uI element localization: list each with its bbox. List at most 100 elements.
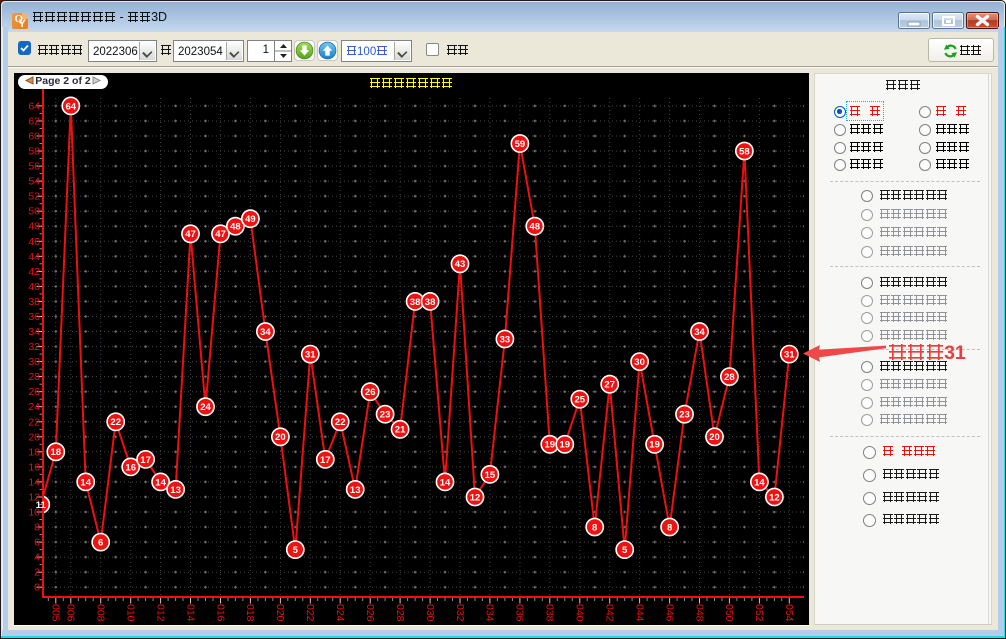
- svg-text:14: 14: [440, 477, 451, 488]
- svg-text:5: 5: [293, 545, 299, 556]
- svg-text:26: 26: [28, 386, 40, 398]
- svg-text:33: 33: [500, 334, 511, 345]
- svg-text:16: 16: [125, 462, 136, 473]
- svg-text:18: 18: [28, 446, 40, 458]
- svg-text:15: 15: [485, 470, 496, 481]
- svg-text:020: 020: [274, 604, 286, 622]
- svg-text:018: 018: [244, 604, 256, 622]
- svg-text:58: 58: [28, 146, 40, 158]
- svg-text:46: 46: [28, 236, 40, 248]
- svg-text:4: 4: [34, 552, 40, 564]
- svg-text:005: 005: [50, 604, 62, 622]
- svg-text:14: 14: [80, 477, 91, 488]
- svg-text:32: 32: [28, 341, 40, 353]
- svg-text:34: 34: [694, 327, 705, 338]
- svg-text:19: 19: [560, 440, 571, 451]
- svg-text:6: 6: [98, 538, 103, 549]
- svg-text:038: 038: [544, 604, 556, 622]
- svg-text:47: 47: [215, 229, 226, 240]
- svg-text:36: 36: [28, 311, 40, 323]
- svg-text:026: 026: [364, 604, 376, 622]
- svg-text:18: 18: [51, 447, 62, 458]
- svg-text:31: 31: [784, 350, 795, 361]
- svg-text:046: 046: [663, 604, 675, 622]
- svg-text:26: 26: [365, 387, 376, 398]
- svg-text:052: 052: [753, 604, 765, 622]
- svg-text:28: 28: [28, 371, 40, 383]
- svg-text:30: 30: [28, 356, 40, 368]
- svg-text:22: 22: [28, 416, 40, 428]
- svg-text:34: 34: [260, 327, 271, 338]
- svg-text:20: 20: [28, 431, 40, 443]
- svg-text:042: 042: [604, 604, 616, 622]
- svg-text:2: 2: [34, 567, 40, 579]
- svg-text:14: 14: [28, 476, 40, 488]
- svg-text:0: 0: [34, 582, 40, 594]
- svg-text:34: 34: [28, 326, 40, 338]
- svg-text:6: 6: [34, 537, 40, 549]
- svg-text:24: 24: [28, 401, 40, 413]
- svg-text:49: 49: [245, 214, 256, 225]
- svg-text:64: 64: [66, 101, 77, 112]
- svg-text:48: 48: [28, 221, 40, 233]
- svg-text:14: 14: [155, 477, 166, 488]
- svg-text:28: 28: [724, 372, 735, 383]
- svg-text:54: 54: [28, 176, 40, 188]
- svg-text:044: 044: [633, 604, 645, 622]
- svg-text:024: 024: [334, 604, 346, 622]
- svg-text:012: 012: [154, 604, 166, 622]
- svg-text:38: 38: [425, 297, 436, 308]
- svg-text:022: 022: [304, 604, 316, 622]
- svg-text:42: 42: [28, 266, 40, 278]
- svg-text:13: 13: [170, 485, 181, 496]
- svg-text:58: 58: [739, 146, 750, 157]
- svg-text:23: 23: [380, 410, 391, 421]
- svg-text:054: 054: [783, 604, 795, 622]
- svg-text:19: 19: [649, 440, 660, 451]
- svg-text:014: 014: [184, 604, 196, 622]
- svg-text:034: 034: [484, 604, 496, 622]
- svg-text:032: 032: [454, 604, 466, 622]
- svg-text:030: 030: [424, 604, 436, 622]
- svg-text:50: 50: [28, 206, 40, 218]
- svg-text:12: 12: [769, 492, 780, 503]
- svg-text:22: 22: [335, 417, 346, 428]
- svg-text:048: 048: [693, 604, 705, 622]
- svg-text:62: 62: [28, 116, 40, 128]
- svg-text:008: 008: [95, 604, 107, 622]
- svg-text:59: 59: [515, 139, 526, 150]
- svg-text:8: 8: [34, 522, 40, 534]
- svg-text:38: 38: [28, 296, 40, 308]
- svg-text:64: 64: [28, 100, 40, 112]
- svg-text:036: 036: [514, 604, 526, 622]
- svg-text:20: 20: [275, 432, 286, 443]
- svg-text:52: 52: [28, 191, 40, 203]
- svg-text:47: 47: [185, 229, 196, 240]
- svg-text:56: 56: [28, 161, 40, 173]
- svg-text:5: 5: [622, 545, 628, 556]
- svg-text:16: 16: [28, 461, 40, 473]
- svg-text:028: 028: [394, 604, 406, 622]
- svg-text:44: 44: [28, 251, 40, 263]
- svg-text:13: 13: [350, 485, 361, 496]
- svg-text:23: 23: [679, 410, 690, 421]
- svg-text:20: 20: [709, 432, 720, 443]
- svg-text:8: 8: [592, 522, 597, 533]
- svg-text:040: 040: [574, 604, 586, 622]
- svg-text:48: 48: [230, 222, 241, 233]
- svg-text:17: 17: [320, 455, 331, 466]
- svg-text:43: 43: [455, 259, 466, 270]
- svg-text:006: 006: [65, 604, 77, 622]
- svg-text:25: 25: [575, 395, 586, 406]
- svg-text:38: 38: [410, 297, 421, 308]
- svg-text:27: 27: [604, 380, 615, 391]
- svg-text:19: 19: [545, 440, 556, 451]
- svg-text:12: 12: [470, 492, 481, 503]
- svg-text:31: 31: [305, 350, 316, 361]
- svg-text:016: 016: [214, 604, 226, 622]
- svg-text:17: 17: [140, 455, 151, 466]
- svg-text:21: 21: [395, 425, 406, 436]
- svg-text:8: 8: [667, 522, 672, 533]
- svg-text:22: 22: [110, 417, 121, 428]
- svg-text:30: 30: [634, 357, 645, 368]
